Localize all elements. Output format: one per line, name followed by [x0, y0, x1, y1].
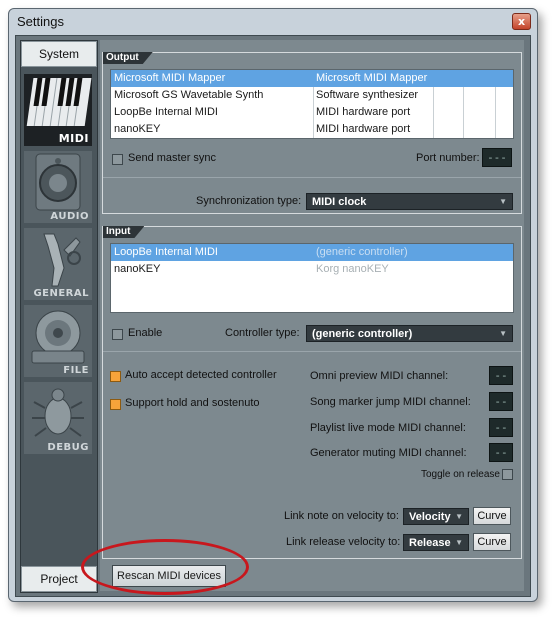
song-marker-channel-label: Song marker jump MIDI channel:	[310, 396, 471, 408]
omni-channel-field[interactable]: --	[489, 366, 513, 385]
highlight-annotation	[81, 539, 249, 595]
output-device-list[interactable]: Microsoft MIDI Mapper Microsoft MIDI Map…	[110, 69, 514, 139]
input-row[interactable]: nanoKEY Korg nanoKEY	[111, 261, 513, 278]
controller-type-label: Controller type:	[225, 327, 300, 339]
sidebar-item-label: GENERAL	[33, 288, 89, 299]
chevron-down-icon: ▼	[455, 512, 463, 521]
sidebar-item-label: DEBUG	[47, 442, 89, 453]
port-number-field[interactable]: ---	[482, 148, 512, 167]
link-release-velocity-label: Link release velocity to:	[286, 536, 401, 548]
link-note-velocity-dropdown[interactable]: Velocity ▼	[403, 508, 469, 525]
settings-window: Settings x System MIDI AUDIO GENERAL FIL…	[8, 8, 538, 602]
output-header: Output	[103, 52, 153, 64]
enable-label: Enable	[128, 327, 163, 339]
send-master-sync-checkbox[interactable]	[112, 154, 123, 165]
sidebar-item-label: MIDI	[58, 132, 89, 145]
output-row[interactable]: Microsoft GS Wavetable Synth Software sy…	[111, 87, 513, 104]
sidebar-item-label: AUDIO	[50, 211, 89, 222]
link-note-velocity-label: Link note on velocity to:	[284, 510, 399, 522]
tab-system[interactable]: System	[21, 41, 97, 67]
output-row[interactable]: LoopBe Internal MIDI MIDI hardware port	[111, 104, 513, 121]
input-row[interactable]: LoopBe Internal MIDI (generic controller…	[111, 244, 513, 261]
sync-type-label: Synchronization type:	[196, 195, 302, 207]
playlist-channel-field[interactable]: --	[489, 418, 513, 437]
input-header: Input	[103, 226, 144, 238]
sidebar-item-midi[interactable]: MIDI	[24, 74, 92, 146]
sidebar-item-debug[interactable]: DEBUG	[24, 382, 92, 454]
midi-settings-panel: Output Microsoft MIDI Mapper Microsoft M…	[100, 40, 524, 591]
chevron-down-icon: ▼	[499, 197, 507, 206]
auto-accept-label: Auto accept detected controller	[125, 369, 277, 381]
generator-channel-label: Generator muting MIDI channel:	[310, 447, 467, 459]
omni-channel-label: Omni preview MIDI channel:	[310, 370, 449, 382]
sidebar-item-general[interactable]: GENERAL	[24, 228, 92, 300]
sidebar: System MIDI AUDIO GENERAL FILE DEBUG Pro…	[20, 40, 98, 593]
sidebar-item-audio[interactable]: AUDIO	[24, 151, 92, 223]
chevron-down-icon: ▼	[499, 329, 507, 338]
sync-type-dropdown[interactable]: MIDI clock ▼	[306, 193, 513, 210]
window-title: Settings	[17, 14, 64, 29]
song-marker-channel-field[interactable]: --	[489, 392, 513, 411]
title-bar[interactable]: Settings x	[9, 9, 537, 35]
output-section: Output Microsoft MIDI Mapper Microsoft M…	[102, 52, 522, 214]
port-number-label: Port number:	[416, 152, 480, 164]
input-section: Input LoopBe Internal MIDI (generic cont…	[102, 226, 522, 559]
note-curve-button[interactable]: Curve	[473, 507, 511, 525]
input-device-list[interactable]: LoopBe Internal MIDI (generic controller…	[110, 243, 514, 313]
chevron-down-icon: ▼	[455, 538, 463, 547]
send-master-sync-label: Send master sync	[128, 152, 217, 164]
controller-type-dropdown[interactable]: (generic controller) ▼	[306, 325, 513, 342]
auto-accept-checkbox[interactable]	[110, 371, 121, 382]
close-button[interactable]: x	[512, 13, 531, 30]
sidebar-item-file[interactable]: FILE	[24, 305, 92, 377]
settings-body: System MIDI AUDIO GENERAL FILE DEBUG Pro…	[15, 35, 531, 597]
sidebar-item-label: FILE	[63, 365, 89, 376]
release-curve-button[interactable]: Curve	[473, 533, 511, 551]
support-hold-checkbox[interactable]	[110, 399, 121, 410]
output-row[interactable]: nanoKEY MIDI hardware port	[111, 121, 513, 138]
toggle-on-release-label: Toggle on release	[421, 469, 500, 480]
generator-channel-field[interactable]: --	[489, 443, 513, 462]
support-hold-label: Support hold and sostenuto	[125, 397, 260, 409]
output-row[interactable]: Microsoft MIDI Mapper Microsoft MIDI Map…	[111, 70, 513, 87]
playlist-channel-label: Playlist live mode MIDI channel:	[310, 422, 466, 434]
toggle-on-release-checkbox[interactable]	[502, 469, 513, 480]
enable-checkbox[interactable]	[112, 329, 123, 340]
link-release-velocity-dropdown[interactable]: Release ▼	[403, 534, 469, 551]
